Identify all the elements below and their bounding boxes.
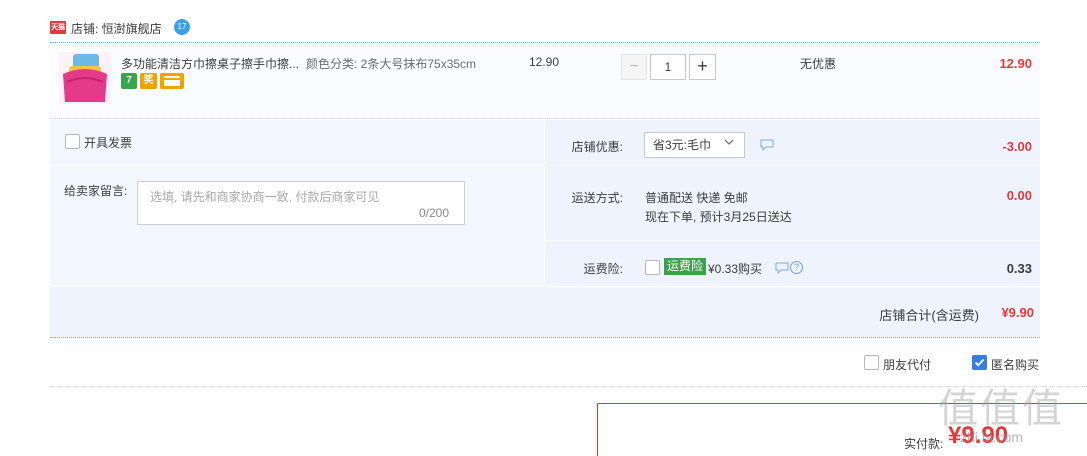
insurance-price: ¥0.33购买 — [708, 262, 763, 276]
shipping-label: 运送方式: — [571, 191, 623, 205]
product-title-link[interactable]: 多功能清洁方巾擦桌子擦手巾擦... — [121, 55, 301, 72]
options-divider — [50, 386, 1087, 387]
message-label: 给卖家留言: — [64, 184, 128, 198]
shop-name[interactable]: 店铺: 恒澍旗舰店 — [71, 20, 162, 37]
quantity-decrease-button[interactable]: − — [621, 54, 647, 80]
card-payment-icon — [160, 73, 184, 89]
message-counter: 0/200 — [419, 206, 450, 220]
row-divider — [545, 240, 1040, 241]
message-placeholder: 选填, 请先和商家协商一致, 付款后商家可见 — [150, 190, 380, 204]
product-sku: 颜色分类: 2条大号抹布75x35cm — [306, 57, 477, 71]
tmall-logo-icon: 天猫 — [50, 21, 66, 34]
item-discount: 无优惠 — [800, 57, 837, 71]
insurance-checkbox[interactable] — [645, 260, 660, 275]
insurance-badge: 运费险 — [664, 258, 707, 275]
item-subtotal: 12.90 — [999, 56, 1032, 71]
checkmark-icon — [974, 358, 985, 367]
anonymous-label[interactable]: 匿名购买 — [991, 356, 1039, 373]
chevron-down-icon[interactable] — [724, 137, 734, 147]
invoice-label[interactable]: 开具发票 — [84, 134, 132, 151]
quantity-input[interactable]: 1 — [650, 54, 686, 80]
invoice-checkbox[interactable] — [65, 134, 80, 149]
reward-icon: 奖 — [140, 73, 157, 89]
product-thumbnail[interactable] — [59, 52, 111, 104]
quantity-increase-button[interactable]: + — [689, 54, 716, 80]
shop-total-label: 店铺合计(含运费) — [879, 308, 979, 323]
insurance-label: 运费险: — [583, 262, 623, 276]
shipping-eta: 现在下单, 预计3月25日送达 — [645, 210, 792, 224]
shipping-method: 普通配送 快递 免邮 — [645, 191, 748, 205]
coupon-value: -3.00 — [1002, 139, 1032, 154]
friend-pay-checkbox[interactable] — [864, 355, 879, 370]
anonymous-checkbox[interactable] — [972, 355, 987, 370]
comment-icon[interactable] — [775, 262, 789, 274]
watermark-url: zhi.bi.com — [960, 429, 1024, 445]
payment-label: 实付款: — [904, 437, 944, 451]
friend-pay-label[interactable]: 朋友代付 — [883, 356, 931, 373]
row-divider — [545, 165, 1040, 166]
card-icon — [164, 76, 180, 86]
row-divider — [50, 165, 544, 166]
wangwang-chat-icon[interactable]: 17 — [174, 19, 190, 35]
help-icon[interactable]: ? — [790, 261, 803, 274]
shipping-value: 0.00 — [1006, 188, 1032, 203]
unit-price: 12.90 — [529, 55, 560, 69]
coupon-label: 店铺优惠: — [571, 140, 623, 154]
comment-icon[interactable] — [760, 139, 774, 151]
seven-day-return-icon: 7 — [121, 73, 137, 89]
insurance-value: 0.33 — [1006, 261, 1032, 276]
shop-total-value: ¥9.90 — [1001, 305, 1034, 320]
